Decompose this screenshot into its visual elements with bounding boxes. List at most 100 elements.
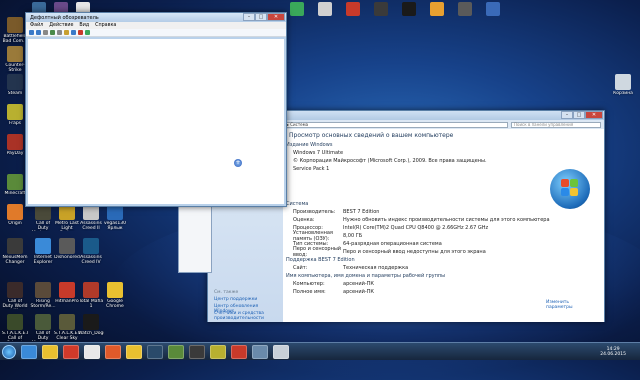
desktop-icon[interactable]: HitmanPro xyxy=(54,282,80,309)
app-taskbar-icon[interactable] xyxy=(231,344,247,359)
info-key: Полное имя: xyxy=(293,289,326,295)
app-taskbar-icon[interactable] xyxy=(210,344,226,359)
desktop-icon-image xyxy=(7,134,23,150)
scan-icon[interactable] xyxy=(71,30,76,35)
copyright-text: © Корпорация Майкрософт (Microsoft Corp.… xyxy=(293,158,487,164)
desktop-icon-image xyxy=(35,282,51,298)
clock[interactable]: 14:29 24.06.2015 xyxy=(600,347,626,357)
menu-action[interactable]: Действие xyxy=(49,23,73,28)
info-value[interactable]: Нужно обновить индекс производительности… xyxy=(343,217,550,223)
desktop-icon-image xyxy=(7,46,23,62)
desktop-icon[interactable]: Watch_Dogs xyxy=(78,314,104,341)
app-icon[interactable] xyxy=(346,2,360,16)
app-icon[interactable] xyxy=(486,2,500,16)
desktop-icon-label: Assassins Creed II xyxy=(80,221,102,231)
desktop-icon-label: Watch_Dogs xyxy=(78,331,104,336)
desktop-icon-label: vegas130 Ярлык xyxy=(104,221,126,231)
minimize-button[interactable]: – xyxy=(561,111,573,119)
firefox-taskbar-icon[interactable] xyxy=(105,344,121,359)
windows-logo-icon xyxy=(550,169,590,209)
desktop-icon-label: Call of Duty Modern ... xyxy=(35,221,51,231)
desktop-icon-label: Origin xyxy=(8,221,22,226)
desktop-icon[interactable]: S.T.A.L.K.E.R. Clear Sky xyxy=(54,314,80,341)
desktop-icon-label: S.T.A.L.K.E.R. Call of Pripyat xyxy=(2,331,28,341)
app-taskbar-icon[interactable] xyxy=(168,344,184,359)
change-settings-link[interactable]: Изменить параметры xyxy=(546,300,584,310)
left-link-update[interactable]: Центр обновления Windows xyxy=(214,304,277,314)
app-taskbar-icon[interactable] xyxy=(252,344,268,359)
minimize-button[interactable]: – xyxy=(243,13,255,21)
info-value: 64-разрядная операционная система xyxy=(343,241,442,247)
desktop-icon[interactable]: Call of Duty World at War xyxy=(2,282,28,309)
desktop-icon[interactable]: Internet Explorer xyxy=(30,238,56,265)
app-icon[interactable] xyxy=(318,2,332,16)
steam-taskbar-icon[interactable] xyxy=(147,344,163,359)
app-taskbar-icon[interactable] xyxy=(273,344,289,359)
explorer-content[interactable]: + xyxy=(28,39,284,204)
desktop-icon[interactable]: Call of Duty Modern ... xyxy=(30,204,56,231)
info-value: 8,00 ГБ xyxy=(343,233,363,239)
menu-view[interactable]: Вид xyxy=(79,23,89,28)
desktop-icon[interactable]: Origin xyxy=(2,204,28,231)
forward-icon[interactable] xyxy=(36,30,41,35)
desktop-icon-image xyxy=(59,282,75,298)
info-row: Установленная память (ОЗУ): 8,00 ГБ xyxy=(283,230,604,242)
maximize-button[interactable]: □ xyxy=(255,13,267,21)
help-icon[interactable] xyxy=(64,30,69,35)
desktop-icon[interactable]: Metro Last Light Redux xyxy=(54,204,80,231)
refresh-icon[interactable] xyxy=(50,30,55,35)
properties-icon[interactable] xyxy=(57,30,62,35)
toolbar xyxy=(26,29,286,37)
up-icon[interactable] xyxy=(43,30,48,35)
desktop-icon[interactable]: vegas130 Ярлык xyxy=(102,204,128,231)
menu-bar: Файл Действие Вид Справка xyxy=(26,22,286,29)
desktop-icon[interactable]: Total Mafia 1 xyxy=(78,282,104,309)
desktop-icon[interactable]: Call of Duty Modern ... xyxy=(30,314,56,341)
chrome-taskbar-icon[interactable] xyxy=(126,344,142,359)
ie-taskbar-icon[interactable] xyxy=(21,344,37,359)
close-button[interactable]: ✕ xyxy=(267,13,285,21)
app-icon[interactable] xyxy=(402,2,416,16)
app-icon[interactable] xyxy=(374,2,388,16)
desktop-icon[interactable]: Google Chrome xyxy=(102,282,128,309)
desktop-icon[interactable]: NexusMem Changer xyxy=(2,238,28,265)
enable-icon[interactable] xyxy=(85,30,90,35)
search-input[interactable]: Поиск в панели управления xyxy=(511,121,601,128)
info-key: Компьютер: xyxy=(293,281,325,287)
app-taskbar-icon[interactable] xyxy=(189,344,205,359)
desktop-icon[interactable]: Assassins Creed II xyxy=(78,204,104,231)
folder-taskbar-icon[interactable] xyxy=(42,344,58,359)
desktop-icon[interactable]: Dishonored xyxy=(54,238,80,265)
info-value: BEST 7 Edition xyxy=(343,209,380,215)
site-link[interactable]: Техническая поддержка xyxy=(343,265,408,271)
desktop-icon[interactable]: Assassins Creed IV xyxy=(78,238,104,265)
desktop-icon-label: Dishonored xyxy=(54,255,80,260)
desktop-icon-image xyxy=(83,282,99,298)
app-icon[interactable] xyxy=(458,2,472,16)
desktop-icon-image xyxy=(59,314,75,330)
left-link-performance[interactable]: Счетчики и средства производительности xyxy=(214,311,277,323)
left-link-support[interactable]: Центр поддержки xyxy=(214,297,277,304)
system-rows: Производитель: BEST 7 Edition Оценка: Нужно… xyxy=(283,208,604,258)
desktop-icon-label: Call of Duty World at War xyxy=(2,299,28,309)
desktop-icon[interactable]: Rising Storm/Re... xyxy=(30,282,56,309)
desktop-icon-label: S.T.A.L.K.E.R. Clear Sky xyxy=(54,331,80,341)
desktop-icon-image xyxy=(83,238,99,254)
media-taskbar-icon[interactable] xyxy=(63,344,79,359)
app-icon[interactable] xyxy=(290,2,304,16)
info-row: Перо и сенсорный ввод: Перо и сенсорный в… xyxy=(283,246,604,258)
add-icon[interactable]: + xyxy=(234,159,242,167)
back-icon[interactable] xyxy=(29,30,34,35)
yandex-taskbar-icon[interactable] xyxy=(84,344,100,359)
close-button[interactable]: ✕ xyxy=(585,111,603,119)
desktop-icon[interactable]: Корзина xyxy=(610,74,636,101)
remove-icon[interactable] xyxy=(78,30,83,35)
menu-file[interactable]: Файл xyxy=(30,23,43,28)
desktop-icon-label: Metro Last Light Redux xyxy=(55,221,79,231)
maximize-button[interactable]: □ xyxy=(573,111,585,119)
app-icon[interactable] xyxy=(430,2,444,16)
start-button[interactable] xyxy=(2,344,16,359)
menu-help[interactable]: Справка xyxy=(95,23,116,28)
see-also-label: См. также xyxy=(214,290,239,295)
desktop-icon[interactable]: S.T.A.L.K.E.R. Call of Pripyat xyxy=(2,314,28,341)
